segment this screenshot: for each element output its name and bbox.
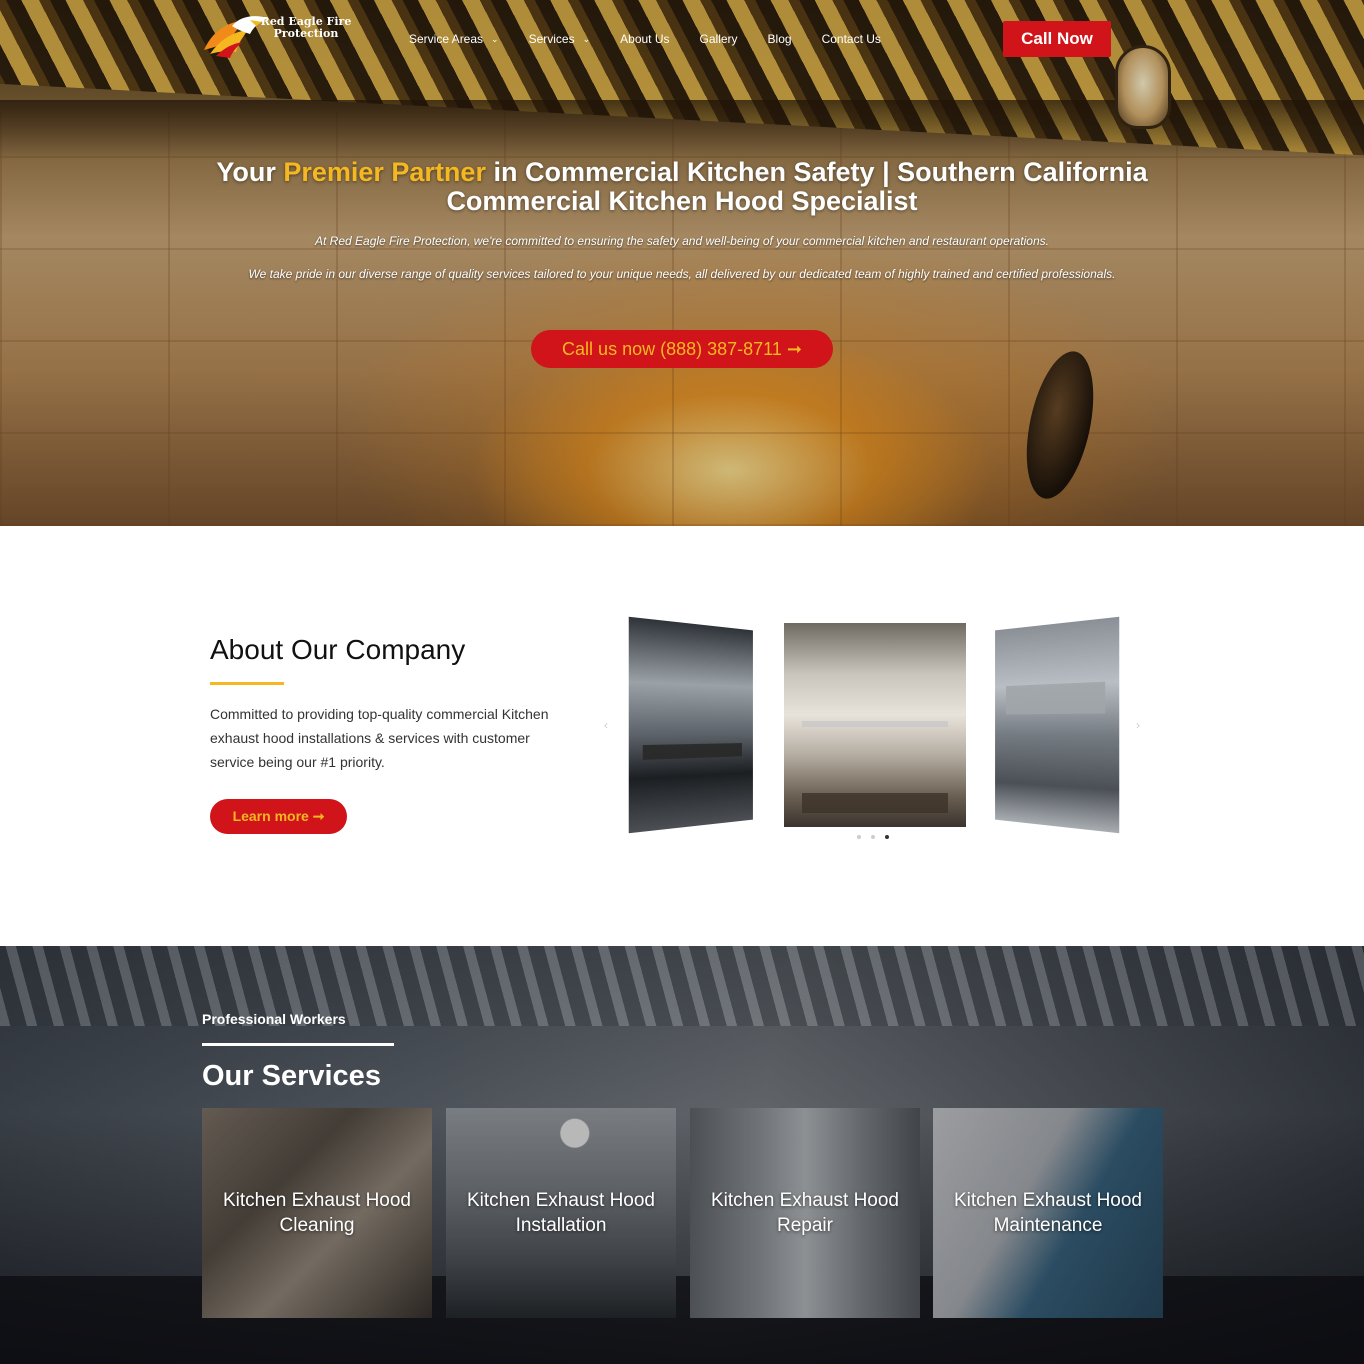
carousel-slide[interactable] (784, 623, 966, 827)
nav-item-blog[interactable]: Blog (768, 31, 792, 47)
call-now-button[interactable]: Call Now (1003, 21, 1111, 57)
service-card-hood-repair[interactable]: Kitchen Exhaust Hood Repair (690, 1108, 920, 1318)
carousel-dot[interactable] (871, 835, 875, 839)
hero-paragraph-1: At Red Eagle Fire Protection, we're comm… (315, 234, 1049, 248)
service-card-label: Kitchen Exhaust Hood Cleaning (222, 1190, 411, 1236)
service-card-label: Kitchen Exhaust Hood Repair (710, 1190, 899, 1236)
hero-section (0, 0, 1364, 526)
about-text: Committed to providing top-quality comme… (210, 706, 549, 770)
chevron-down-icon: ⌄ (582, 33, 591, 44)
about-divider (210, 682, 284, 685)
carousel-next-icon[interactable]: › (1136, 718, 1140, 732)
services-divider (202, 1043, 394, 1046)
hero-title: Your Premier Partner in Commercial Kitch… (216, 157, 1148, 216)
nav-item-contact-us[interactable]: Contact Us (822, 31, 881, 47)
hero-paragraph-2: We take pride in our diverse range of qu… (248, 267, 1116, 281)
about-title: About Our Company (210, 634, 466, 665)
service-card-label: Kitchen Exhaust Hood Maintenance (953, 1190, 1142, 1236)
site-logo[interactable]: Red Eagle Fire Protection (202, 10, 352, 72)
carousel-slide[interactable] (995, 616, 1120, 834)
service-card-label: Kitchen Exhaust Hood Installation (466, 1190, 655, 1236)
carousel-prev-icon[interactable]: ‹ (604, 718, 608, 732)
carousel-pagination (857, 835, 899, 839)
service-card-hood-cleaning[interactable]: Kitchen Exhaust Hood Cleaning (202, 1108, 432, 1318)
service-card-hood-installation[interactable]: Kitchen Exhaust Hood Installation (446, 1108, 676, 1318)
nav-item-service-areas[interactable]: Service Areas ⌄ (409, 31, 499, 47)
main-nav: Service Areas ⌄ Services ⌄ About Us Gall… (409, 31, 911, 47)
services-kicker: Professional Workers (202, 1011, 346, 1027)
hero-call-button[interactable]: Call us now (888) 387-8711 ➞ (531, 330, 833, 368)
learn-more-button[interactable]: Learn more ➞ (210, 799, 347, 834)
logo-name: Red Eagle Fire Protection (260, 15, 352, 40)
service-card-hood-maintenance[interactable]: Kitchen Exhaust Hood Maintenance (933, 1108, 1163, 1318)
carousel-dot[interactable] (857, 835, 861, 839)
carousel-slide[interactable] (628, 616, 753, 834)
nav-item-about-us[interactable]: About Us (620, 31, 669, 47)
services-title: Our Services (202, 1060, 381, 1092)
chevron-down-icon: ⌄ (491, 33, 499, 44)
carousel-dot-active[interactable] (885, 835, 889, 839)
nav-item-gallery[interactable]: Gallery (700, 31, 738, 47)
about-image-carousel[interactable]: ‹ › (600, 616, 1160, 850)
hero-title-highlight: Premier Partner (283, 157, 486, 187)
nav-item-services[interactable]: Services ⌄ (529, 31, 591, 47)
